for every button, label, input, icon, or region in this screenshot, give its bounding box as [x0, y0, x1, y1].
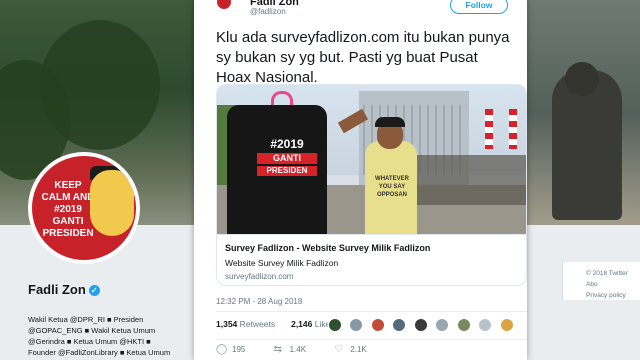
- liker-avatar[interactable]: [328, 318, 342, 332]
- retweet-count: 1,354: [216, 319, 238, 329]
- bio-line: Founder @FadliZonLibrary ■ Ketua Umum: [28, 348, 171, 357]
- liker-avatar[interactable]: [392, 318, 407, 332]
- flag-icon: [485, 109, 493, 149]
- statue-head: [565, 62, 599, 96]
- tweet-author-handle[interactable]: @fadlizon: [250, 7, 286, 16]
- liker-avatar[interactable]: [456, 318, 471, 332]
- photo-crowd: [415, 155, 526, 205]
- profile-name[interactable]: Fadli Zon ✓: [28, 282, 100, 297]
- like-count: 2,146: [291, 319, 313, 329]
- shirt-ganti: GANTI: [257, 153, 317, 164]
- retweet-icon: ⇆: [273, 344, 282, 355]
- liker-avatar[interactable]: [413, 318, 428, 332]
- reply-count: 195: [232, 345, 246, 354]
- avatar-caption: KEEP CALM AND #2019 GANTI PRESIDEN: [41, 180, 95, 239]
- liker-avatar[interactable]: [370, 318, 385, 332]
- link-preview-card[interactable]: Survey Fadlizon - Website Survey Milik F…: [216, 234, 527, 286]
- retweet-label: Retweets: [239, 319, 276, 329]
- shirt-year: #2019: [270, 137, 304, 151]
- link-card-url: surveyfadlizon.com: [225, 272, 294, 281]
- privacy-link[interactable]: Privacy policy: [586, 290, 640, 301]
- bio-line: Wakil Ketua @DPR_RI ■ Presiden: [28, 315, 144, 324]
- heart-icon: ♡: [334, 344, 344, 355]
- photo-man-cap: [375, 117, 405, 127]
- tweet-actions: ◯ 195 ⇆ 1.4K ♡ 2.1K: [216, 344, 393, 355]
- profile-name-text: Fadli Zon: [28, 282, 86, 297]
- shirt-print: #2019 GANTI PRESIDEN: [257, 137, 317, 176]
- profile-bio: Wakil Ketua @DPR_RI ■ Presiden @GOPAC_EN…: [28, 314, 178, 358]
- verified-icon: ✓: [88, 285, 100, 296]
- copyright-text: © 2018 Twitter Abo: [586, 270, 628, 288]
- like-action-count: 2.1K: [350, 345, 367, 354]
- follow-button[interactable]: Follow: [450, 0, 508, 14]
- liker-avatar[interactable]: [349, 318, 364, 332]
- bio-line: @Gerindra ■ Ketua Umum @HKTI ■: [28, 337, 151, 346]
- retweet-stat[interactable]: 1,354 Retweets: [216, 319, 283, 329]
- tweet-card: Fadli Zon @fadlizon Follow Klu ada surve…: [194, 0, 527, 360]
- shirt-presiden: PRESIDEN: [257, 166, 317, 176]
- divider: [216, 311, 527, 312]
- bio-line: @GOPAC_ENG ■ Wakil Ketua Umum: [28, 326, 156, 335]
- divider: [216, 339, 527, 340]
- tweet-photo[interactable]: #2019 GANTI PRESIDEN WHATEVER YOU SAY OP…: [216, 84, 527, 234]
- liker-avatar[interactable]: [478, 318, 493, 332]
- tweet-author-avatar[interactable]: [216, 0, 232, 10]
- reply-icon: ◯: [216, 344, 228, 355]
- liker-avatars: [328, 318, 517, 332]
- liker-avatar[interactable]: [435, 318, 450, 332]
- profile-avatar[interactable]: KEEP CALM AND #2019 GANTI PRESIDEN: [28, 152, 140, 264]
- liker-avatar[interactable]: [499, 318, 514, 332]
- retweet-action-count: 1.4K: [289, 345, 307, 354]
- reply-button[interactable]: ◯ 195: [216, 344, 245, 355]
- retweet-button[interactable]: ⇆ 1.4K: [274, 344, 306, 355]
- sidebar-footer: © 2018 Twitter Abo Privacy policy: [586, 268, 640, 301]
- man-shirt-print: WHATEVER YOU SAY OPPOSAN: [375, 176, 409, 198]
- avatar-face: [90, 170, 134, 236]
- tweet-text: Klu ada surveyfadlizon.com itu bukan pun…: [216, 29, 510, 86]
- like-button[interactable]: ♡ 2.1K: [334, 344, 366, 355]
- flag-icon: [509, 109, 517, 149]
- link-card-title: Survey Fadlizon - Website Survey Milik F…: [225, 243, 431, 253]
- tweet-timestamp[interactable]: 12:32 PM - 28 Aug 2018: [216, 297, 302, 306]
- link-card-description: Website Survey Milik Fadlizon: [225, 258, 339, 268]
